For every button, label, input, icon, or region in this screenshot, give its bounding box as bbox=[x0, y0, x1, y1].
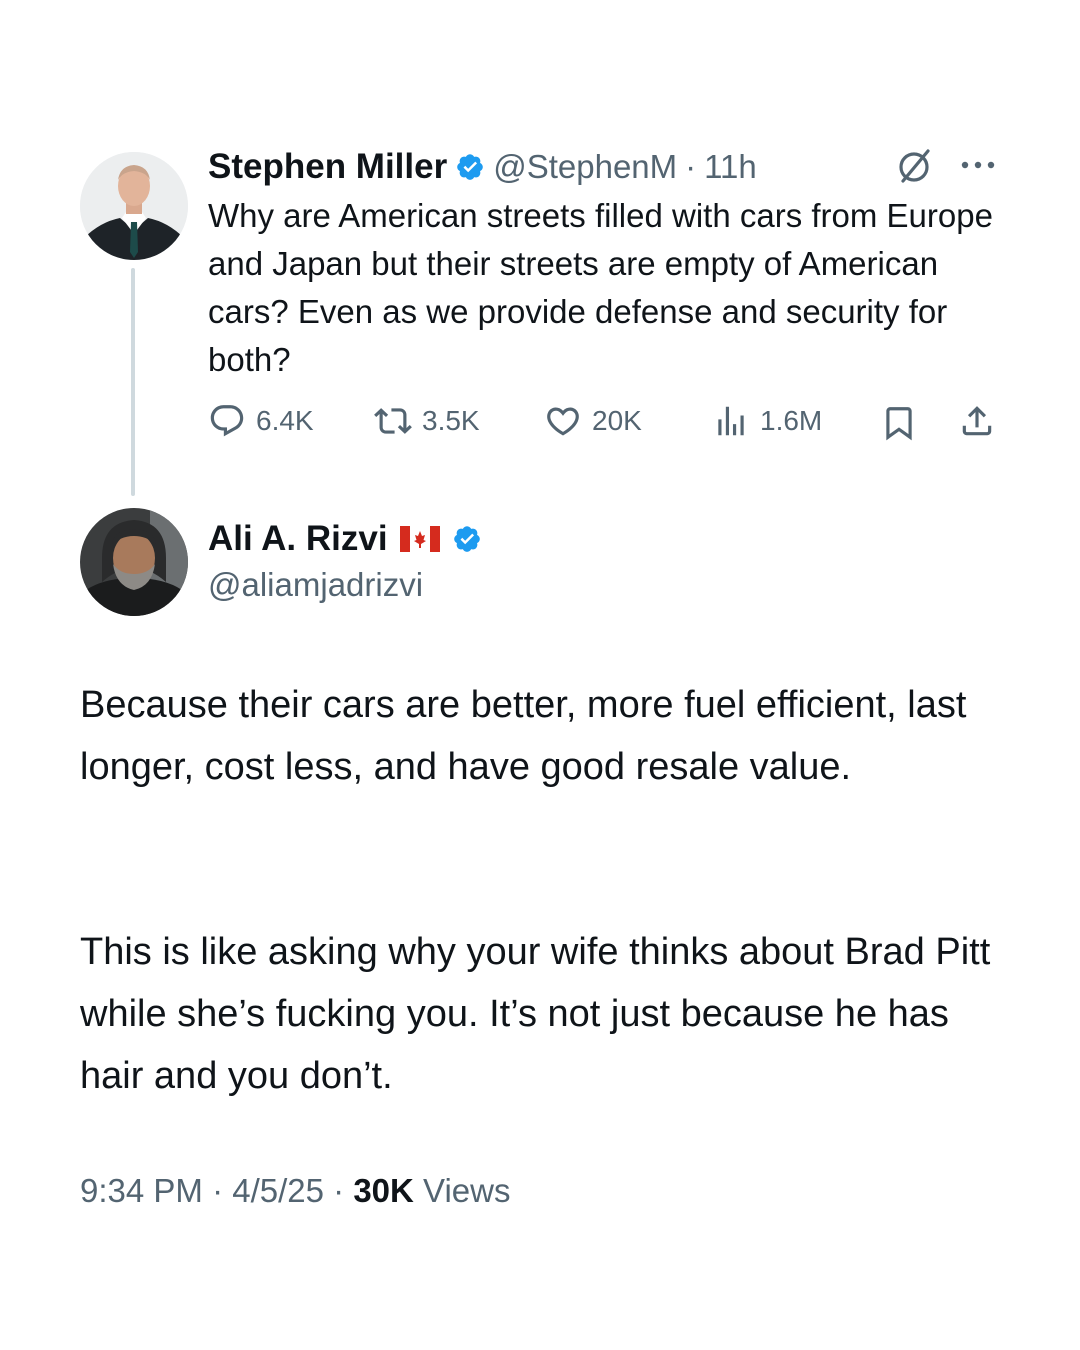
reply-paragraph-1: Because their cars are better, more fuel… bbox=[80, 684, 967, 788]
more-icon[interactable] bbox=[958, 158, 998, 172]
header-separator: · bbox=[685, 148, 697, 185]
reply-author-name[interactable]: Ali A. Rizvi bbox=[208, 519, 388, 559]
reply-author-handle[interactable]: @aliamjadrizvi bbox=[208, 565, 423, 605]
verified-badge-icon bbox=[453, 526, 480, 552]
reply-action[interactable]: 6.4K bbox=[208, 402, 314, 440]
author-handle[interactable]: @StephenM bbox=[493, 147, 677, 187]
reply-count: 6.4K bbox=[256, 405, 314, 436]
like-action[interactable]: 20K bbox=[544, 402, 642, 440]
reply-tweet-header: Ali A. Rizvi bbox=[208, 519, 482, 559]
reply-views-count: 30K bbox=[353, 1172, 414, 1209]
like-count: 20K bbox=[592, 405, 642, 436]
thread-connector-line bbox=[131, 268, 135, 496]
share-icon[interactable] bbox=[958, 402, 996, 440]
heart-icon bbox=[547, 407, 579, 436]
parent-tweet-text: Why are American streets filled with car… bbox=[208, 197, 993, 378]
reply-paragraph-2: This is like asking why your wife thinks… bbox=[80, 931, 991, 1097]
grok-icon[interactable] bbox=[895, 146, 935, 186]
repost-icon bbox=[374, 408, 412, 434]
views-action[interactable]: 1.6M bbox=[712, 402, 822, 440]
canada-flag-icon bbox=[399, 526, 440, 552]
verified-badge-icon bbox=[457, 154, 484, 180]
reply-views-label: Views bbox=[423, 1172, 511, 1209]
repost-count: 3.5K bbox=[422, 405, 480, 436]
views-icon bbox=[718, 406, 744, 436]
views-count: 1.6M bbox=[760, 405, 823, 436]
author-name[interactable]: Stephen Miller bbox=[208, 147, 447, 187]
tweet-time[interactable]: 11h bbox=[704, 147, 757, 187]
repost-action[interactable]: 3.5K bbox=[374, 402, 480, 440]
ali-rizvi-avatar[interactable] bbox=[80, 508, 188, 616]
parent-tweet-header: Stephen Miller @StephenM · 11h bbox=[208, 147, 757, 187]
stephen-miller-avatar[interactable] bbox=[80, 152, 188, 260]
reply-timestamp[interactable]: 9:34 PM · 4/5/25 · bbox=[80, 1172, 353, 1209]
reply-metadata: 9:34 PM · 4/5/25 · 30K Views bbox=[80, 1172, 510, 1210]
bookmark-icon[interactable] bbox=[880, 404, 918, 442]
reply-icon bbox=[210, 405, 244, 437]
